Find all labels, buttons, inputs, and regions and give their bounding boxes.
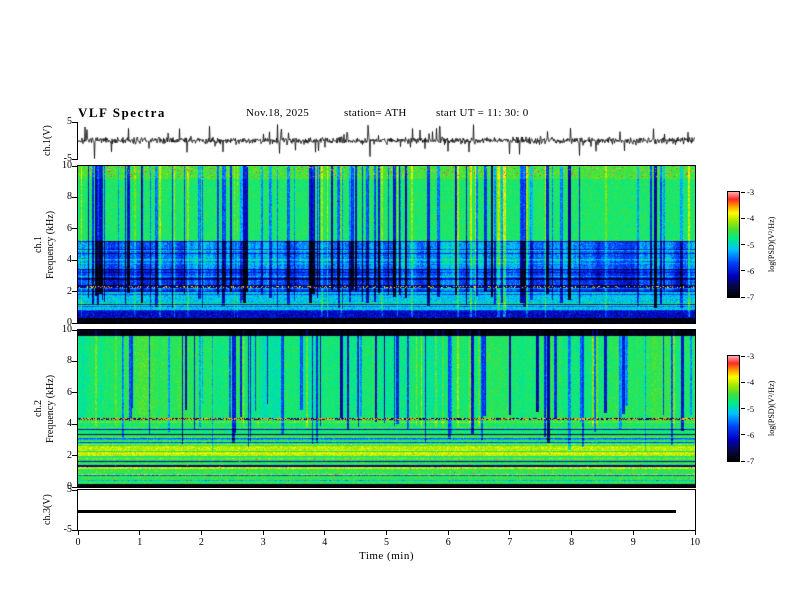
y-tick-label: 4	[67, 254, 72, 266]
y-tick	[72, 158, 78, 160]
colorbar-tick	[741, 244, 745, 245]
x-tick-label: 3	[260, 537, 266, 548]
colorbar-tick-label: -3	[747, 351, 755, 361]
x-tick-label: 10	[690, 537, 700, 548]
y-tick-label: 2	[67, 285, 72, 297]
colorbar-tick	[741, 191, 745, 193]
colorbar-tick-label: -4	[747, 213, 755, 224]
ch1-colorbar-label: log(PSD)(V²/Hz)	[767, 216, 776, 273]
colorbar-tick	[741, 408, 745, 409]
y-tick-label: 0	[67, 481, 72, 492]
y-tick	[72, 455, 78, 457]
x-tick	[386, 531, 387, 535]
x-tick	[509, 531, 511, 535]
colorbar-tick-label: -6	[747, 265, 755, 276]
x-tick-label: 6	[445, 537, 451, 548]
vlf-spectra-plot: VLF Spectra Nov.18, 2025 station= ATH st…	[0, 0, 792, 612]
x-tick	[139, 531, 141, 535]
x-tick	[632, 531, 634, 535]
y-tick-label: 6	[67, 222, 72, 234]
colorbar-tick	[741, 460, 745, 462]
ch2-spectrogram-channel-label: ch.2	[33, 400, 44, 417]
x-tick-label: 5	[384, 537, 389, 548]
x-tick-label: 8	[569, 537, 575, 548]
y-tick	[72, 489, 78, 491]
x-tick	[262, 531, 264, 535]
station-label: station= ATH	[344, 107, 407, 119]
y-tick-label: 8	[67, 191, 72, 203]
y-tick	[72, 291, 78, 293]
colorbar-tick	[741, 434, 745, 436]
ch1-colorbar	[728, 192, 739, 297]
x-tick-label: 1	[137, 537, 143, 548]
y-tick	[72, 322, 78, 324]
x-tick	[324, 531, 326, 535]
colorbar-tick-label: -3	[747, 187, 755, 197]
ch1-waveform-y-axis	[77, 122, 78, 159]
x-tick	[694, 531, 696, 535]
colorbar-tick	[741, 381, 745, 383]
y-tick	[72, 360, 78, 362]
x-tick	[77, 531, 79, 535]
colorbar-tick	[741, 355, 745, 357]
colorbar-tick	[741, 217, 745, 219]
plot-title: VLF Spectra	[78, 105, 166, 120]
y-tick	[72, 121, 78, 123]
ch2-spectrogram-frequency-label: Frequency (kHz)	[45, 374, 56, 443]
y-tick-label: 8	[67, 355, 72, 367]
ch1-spectrogram-canvas	[78, 166, 695, 323]
x-tick	[200, 531, 202, 535]
colorbar-tick-label: -6	[747, 429, 755, 440]
start-ut-label: start UT = 11: 30: 0	[436, 107, 529, 119]
y-tick-label: 10	[62, 160, 72, 171]
ch3-trace-line	[78, 509, 676, 513]
colorbar-tick	[741, 296, 745, 298]
time-axis-label: Time (min)	[358, 550, 414, 562]
x-tick-label: 2	[198, 537, 204, 548]
y-tick-label: -5	[63, 524, 72, 535]
y-tick-label: 5	[67, 116, 72, 127]
y-tick	[72, 392, 78, 394]
y-tick-label: 10	[62, 324, 72, 335]
colorbar-tick-label: -7	[747, 292, 755, 302]
colorbar-tick	[741, 270, 745, 272]
y-tick-label: 4	[67, 418, 72, 430]
x-tick-label: 4	[322, 537, 328, 548]
colorbar-tick-label: -5	[747, 239, 755, 250]
ch1-spectrogram-frequency-label: Frequency (kHz)	[45, 210, 56, 279]
y-tick	[72, 259, 78, 261]
ch2-colorbar-label: log(PSD)(V²/Hz)	[767, 380, 776, 437]
y-tick	[72, 228, 78, 230]
x-tick-label: 0	[75, 537, 81, 548]
x-tick-label: 9	[630, 537, 636, 548]
y-tick	[72, 196, 78, 198]
ch2-spectrogram-canvas	[78, 330, 695, 487]
x-tick-label: 7	[507, 537, 513, 548]
y-tick	[72, 165, 78, 167]
ch2-colorbar	[728, 356, 739, 461]
colorbar-tick-label: -4	[747, 377, 755, 388]
x-tick	[447, 531, 449, 535]
y-tick-label: 6	[67, 386, 72, 398]
y-tick-label: 2	[67, 449, 72, 461]
y-tick	[72, 486, 78, 488]
date-label: Nov.18, 2025	[246, 107, 310, 119]
colorbar-tick-label: -5	[747, 403, 755, 414]
y-tick	[72, 329, 78, 331]
ch1-spectrogram-channel-label: ch.1	[33, 236, 44, 253]
x-tick	[571, 531, 573, 535]
ch1-waveform-canvas	[78, 122, 695, 159]
y-tick	[72, 423, 78, 425]
colorbar-tick-label: -7	[747, 456, 755, 466]
